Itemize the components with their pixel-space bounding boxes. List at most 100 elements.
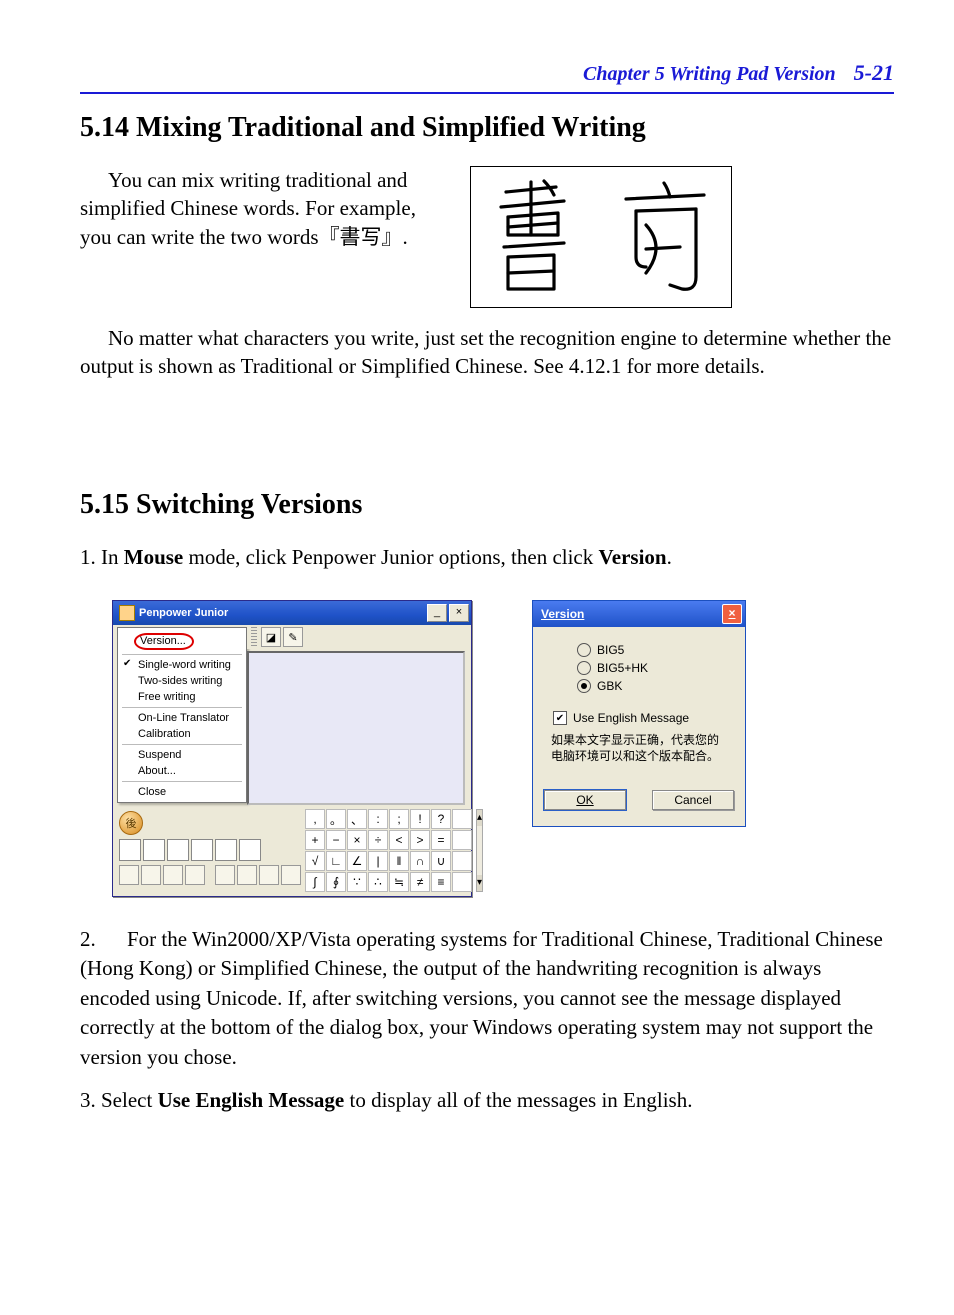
menu-item-close[interactable]: Close (118, 784, 246, 800)
menu-item-calibration[interactable]: Calibration (118, 726, 246, 742)
toolbar-grip-icon (251, 627, 257, 647)
menu-item-about[interactable]: About... (118, 763, 246, 779)
mini-tool-4[interactable] (185, 865, 205, 885)
symbol-cell[interactable]: ≡ (431, 872, 451, 892)
mini-tool-8[interactable] (281, 865, 301, 885)
dialog-close-button[interactable]: × (722, 604, 742, 624)
candidate-cell[interactable] (143, 839, 165, 861)
symbol-cell[interactable]: 、 (347, 809, 367, 829)
symbol-cell[interactable]: < (389, 830, 409, 850)
dialog-title: Version (541, 607, 584, 621)
ok-button[interactable]: OK (544, 790, 626, 810)
symbol-cell[interactable]: ÷ (368, 830, 388, 850)
menu-item-suspend[interactable]: Suspend (118, 747, 246, 763)
mini-tool-7[interactable] (259, 865, 279, 885)
context-menu: Version... Single-word writing Two-sides… (117, 627, 247, 803)
dialog-message: 如果本文字显示正确，代表您的电脑环境可以和这个版本配合。 (551, 733, 727, 764)
menu-item-single-word[interactable]: Single-word writing (118, 657, 246, 673)
symbol-cell[interactable]: ∠ (347, 851, 367, 871)
symbol-cell[interactable]: | (368, 851, 388, 871)
page-number: 5-21 (854, 60, 894, 86)
radio-label: GBK (597, 679, 622, 693)
step-3: 3. Select Use English Message to display… (80, 1086, 894, 1115)
candidate-cell[interactable] (215, 839, 237, 861)
radio-label: BIG5 (597, 643, 624, 657)
mini-tool-2[interactable] (141, 865, 161, 885)
candidate-cell[interactable] (239, 839, 261, 861)
symbol-cell[interactable]: ? (431, 809, 451, 829)
minimize-button[interactable]: _ (427, 604, 447, 622)
symbol-cell[interactable] (452, 809, 472, 829)
window-titlebar: Penpower Junior _ × (113, 601, 471, 625)
menu-item-free-writing[interactable]: Free writing (118, 689, 246, 705)
manual-page: { "header": { "chapter": "Chapter 5 Writ… (0, 0, 954, 1315)
symbol-grid: ,。、:;!? +−×÷<>= √∟∠|‖∩∪ ∫∮∵∴≒≠≡ (305, 809, 472, 892)
radio-big5hk[interactable]: BIG5+HK (577, 661, 731, 675)
symbol-scrollbar[interactable]: ▴ ▾ (476, 809, 483, 892)
symbol-cell[interactable]: : (368, 809, 388, 829)
symbol-cell[interactable]: , (305, 809, 325, 829)
checkbox-english-message[interactable]: ✔ Use English Message (553, 711, 731, 725)
symbol-cell[interactable]: ∩ (410, 851, 430, 871)
radio-icon (577, 643, 591, 657)
menu-item-two-sides[interactable]: Two-sides writing (118, 673, 246, 689)
symbol-cell[interactable]: ∵ (347, 872, 367, 892)
candidate-cell[interactable] (191, 839, 213, 861)
radio-big5[interactable]: BIG5 (577, 643, 731, 657)
symbol-cell[interactable]: = (431, 830, 451, 850)
symbol-cell[interactable]: ! (410, 809, 430, 829)
step-2: 2. For the Win2000/XP/Vista operating sy… (80, 925, 894, 1072)
section-5-14-p2: No matter what characters you write, jus… (80, 324, 894, 381)
screenshots-row: Penpower Junior _ × Version... Single-wo… (112, 600, 894, 897)
symbol-cell[interactable] (452, 872, 472, 892)
symbol-cell[interactable]: ∪ (431, 851, 451, 871)
round-button[interactable]: 後 (119, 811, 143, 835)
chapter-title: Chapter 5 Writing Pad Version (583, 63, 836, 86)
scroll-down-icon[interactable]: ▾ (477, 875, 482, 891)
symbol-cell[interactable]: ; (389, 809, 409, 829)
radio-gbk[interactable]: GBK (577, 679, 731, 693)
toolbar-icon-1[interactable]: ◪ (261, 627, 281, 647)
version-highlight: Version... (134, 633, 194, 650)
menu-item-version[interactable]: Version... (118, 630, 246, 652)
close-button[interactable]: × (449, 604, 469, 622)
checkbox-label: Use English Message (573, 711, 689, 725)
symbol-cell[interactable]: ∮ (326, 872, 346, 892)
candidate-cell[interactable] (167, 839, 189, 861)
section-5-14-p1: You can mix writing traditional and simp… (80, 166, 440, 251)
mini-tool-5[interactable] (215, 865, 235, 885)
scroll-up-icon[interactable]: ▴ (477, 810, 482, 826)
symbol-cell[interactable]: > (410, 830, 430, 850)
symbol-cell[interactable]: ∴ (368, 872, 388, 892)
symbol-cell[interactable]: ≠ (410, 872, 430, 892)
menu-item-translator[interactable]: On-Line Translator (118, 710, 246, 726)
symbol-cell[interactable]: ≒ (389, 872, 409, 892)
symbol-cell[interactable] (452, 830, 472, 850)
symbol-cell[interactable]: 。 (326, 809, 346, 829)
symbol-cell[interactable]: − (326, 830, 346, 850)
handwriting-char-xie-icon (616, 177, 716, 297)
symbol-cell[interactable]: × (347, 830, 367, 850)
section-5-14-title: 5.14 Mixing Traditional and Simplified W… (80, 112, 894, 144)
symbol-cell[interactable] (452, 851, 472, 871)
toolbar-icon-2[interactable]: ✎ (283, 627, 303, 647)
symbol-cell[interactable]: √ (305, 851, 325, 871)
symbol-cell[interactable]: + (305, 830, 325, 850)
radio-icon (577, 661, 591, 675)
candidate-cell[interactable] (119, 839, 141, 861)
symbol-cell[interactable]: ∫ (305, 872, 325, 892)
version-dialog: Version × BIG5 BIG5+HK GBK ✔ (532, 600, 746, 827)
symbol-cell[interactable]: ‖ (389, 851, 409, 871)
header-rule: Chapter 5 Writing Pad Version 5-21 (80, 60, 894, 94)
mini-tool-1[interactable] (119, 865, 139, 885)
app-icon (119, 605, 135, 621)
handwriting-char-shu-icon (486, 177, 586, 297)
cancel-button[interactable]: Cancel (652, 790, 734, 810)
radio-label: BIG5+HK (597, 661, 648, 675)
mini-tool-6[interactable] (237, 865, 257, 885)
penpower-junior-window: Penpower Junior _ × Version... Single-wo… (112, 600, 472, 897)
dialog-titlebar: Version × (533, 601, 745, 627)
symbol-cell[interactable]: ∟ (326, 851, 346, 871)
mini-tool-3[interactable] (163, 865, 183, 885)
writing-area[interactable] (247, 651, 465, 805)
